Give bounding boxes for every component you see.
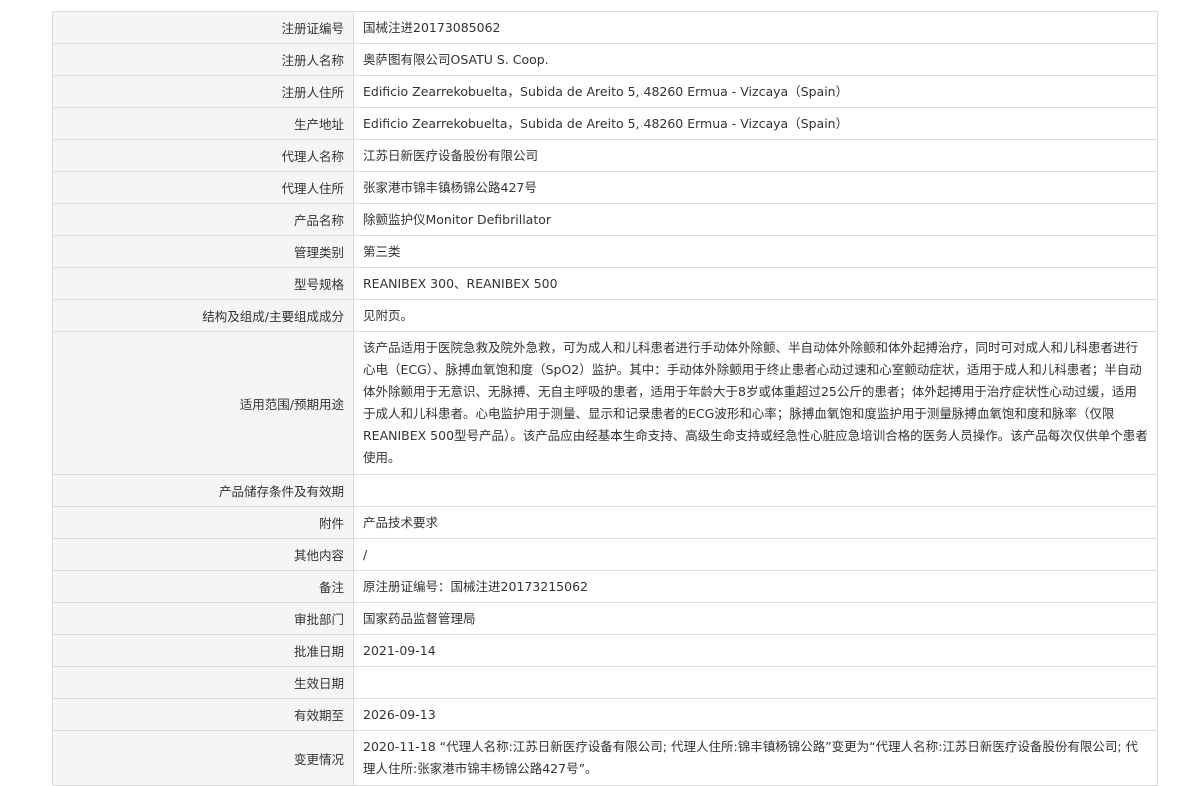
label-management-category: 管理类别	[52, 235, 354, 268]
label-registrant-name: 注册人名称	[52, 43, 354, 76]
value-approval-date: 2021-09-14	[353, 634, 1158, 667]
value-other-content: /	[353, 538, 1158, 571]
row-intended-use: 适用范围/预期用途 该产品适用于医院急救及院外急救，可为成人和儿科患者进行手动体…	[52, 331, 1158, 475]
value-approval-department: 国家药品监督管理局	[353, 602, 1158, 635]
value-remarks: 原注册证编号：国械注进20173215062	[353, 570, 1158, 603]
label-agent-name: 代理人名称	[52, 139, 354, 172]
label-expiry-date: 有效期至	[52, 698, 354, 731]
row-registrant-address: 注册人住所 Edificio Zearrekobuelta，Subida de …	[52, 75, 1158, 108]
label-intended-use: 适用范围/预期用途	[52, 331, 354, 475]
value-structure-composition: 见附页。	[353, 299, 1158, 332]
label-production-address: 生产地址	[52, 107, 354, 140]
value-expiry-date: 2026-09-13	[353, 698, 1158, 731]
value-model-spec: REANIBEX 300、REANIBEX 500	[353, 267, 1158, 300]
registration-detail-table: 注册证编号 国械注进20173085062 注册人名称 奥萨图有限公司OSATU…	[52, 11, 1158, 786]
row-production-address: 生产地址 Edificio Zearrekobuelta，Subida de A…	[52, 107, 1158, 140]
row-registrant-name: 注册人名称 奥萨图有限公司OSATU S. Coop.	[52, 43, 1158, 76]
value-registration-number: 国械注进20173085062	[353, 11, 1158, 44]
label-registrant-address: 注册人住所	[52, 75, 354, 108]
label-structure-composition: 结构及组成/主要组成成分	[52, 299, 354, 332]
row-effective-date: 生效日期	[52, 666, 1158, 699]
row-model-spec: 型号规格 REANIBEX 300、REANIBEX 500	[52, 267, 1158, 300]
value-effective-date	[353, 666, 1158, 699]
value-agent-address: 张家港市锦丰镇杨锦公路427号	[353, 171, 1158, 204]
value-registrant-address: Edificio Zearrekobuelta，Subida de Areito…	[353, 75, 1158, 108]
value-agent-name: 江苏日新医疗设备股份有限公司	[353, 139, 1158, 172]
label-registration-number: 注册证编号	[52, 11, 354, 44]
label-agent-address: 代理人住所	[52, 171, 354, 204]
label-model-spec: 型号规格	[52, 267, 354, 300]
value-attachment: 产品技术要求	[353, 506, 1158, 539]
label-attachment: 附件	[52, 506, 354, 539]
value-management-category: 第三类	[353, 235, 1158, 268]
label-approval-date: 批准日期	[52, 634, 354, 667]
value-production-address: Edificio Zearrekobuelta，Subida de Areito…	[353, 107, 1158, 140]
label-effective-date: 生效日期	[52, 666, 354, 699]
value-storage-conditions	[353, 474, 1158, 507]
registration-detail-panel: 注册证编号 国械注进20173085062 注册人名称 奥萨图有限公司OSATU…	[52, 11, 1158, 786]
row-product-name: 产品名称 除颤监护仪Monitor Defibrillator	[52, 203, 1158, 236]
row-approval-date: 批准日期 2021-09-14	[52, 634, 1158, 667]
value-product-name: 除颤监护仪Monitor Defibrillator	[353, 203, 1158, 236]
row-structure-composition: 结构及组成/主要组成成分 见附页。	[52, 299, 1158, 332]
label-product-name: 产品名称	[52, 203, 354, 236]
row-remarks: 备注 原注册证编号：国械注进20173215062	[52, 570, 1158, 603]
label-other-content: 其他内容	[52, 538, 354, 571]
row-attachment: 附件 产品技术要求	[52, 506, 1158, 539]
value-change-history: 2020-11-18 “代理人名称:江苏日新医疗设备有限公司; 代理人住所:锦丰…	[353, 730, 1158, 786]
row-agent-name: 代理人名称 江苏日新医疗设备股份有限公司	[52, 139, 1158, 172]
row-other-content: 其他内容 /	[52, 538, 1158, 571]
row-agent-address: 代理人住所 张家港市锦丰镇杨锦公路427号	[52, 171, 1158, 204]
row-approval-department: 审批部门 国家药品监督管理局	[52, 602, 1158, 635]
row-change-history: 变更情况 2020-11-18 “代理人名称:江苏日新医疗设备有限公司; 代理人…	[52, 730, 1158, 786]
label-storage-conditions: 产品储存条件及有效期	[52, 474, 354, 507]
label-change-history: 变更情况	[52, 730, 354, 786]
value-registrant-name: 奥萨图有限公司OSATU S. Coop.	[353, 43, 1158, 76]
row-expiry-date: 有效期至 2026-09-13	[52, 698, 1158, 731]
label-approval-department: 审批部门	[52, 602, 354, 635]
label-remarks: 备注	[52, 570, 354, 603]
row-registration-number: 注册证编号 国械注进20173085062	[52, 11, 1158, 44]
row-storage-conditions: 产品储存条件及有效期	[52, 474, 1158, 507]
value-intended-use: 该产品适用于医院急救及院外急救，可为成人和儿科患者进行手动体外除颤、半自动体外除…	[353, 331, 1158, 475]
row-management-category: 管理类别 第三类	[52, 235, 1158, 268]
